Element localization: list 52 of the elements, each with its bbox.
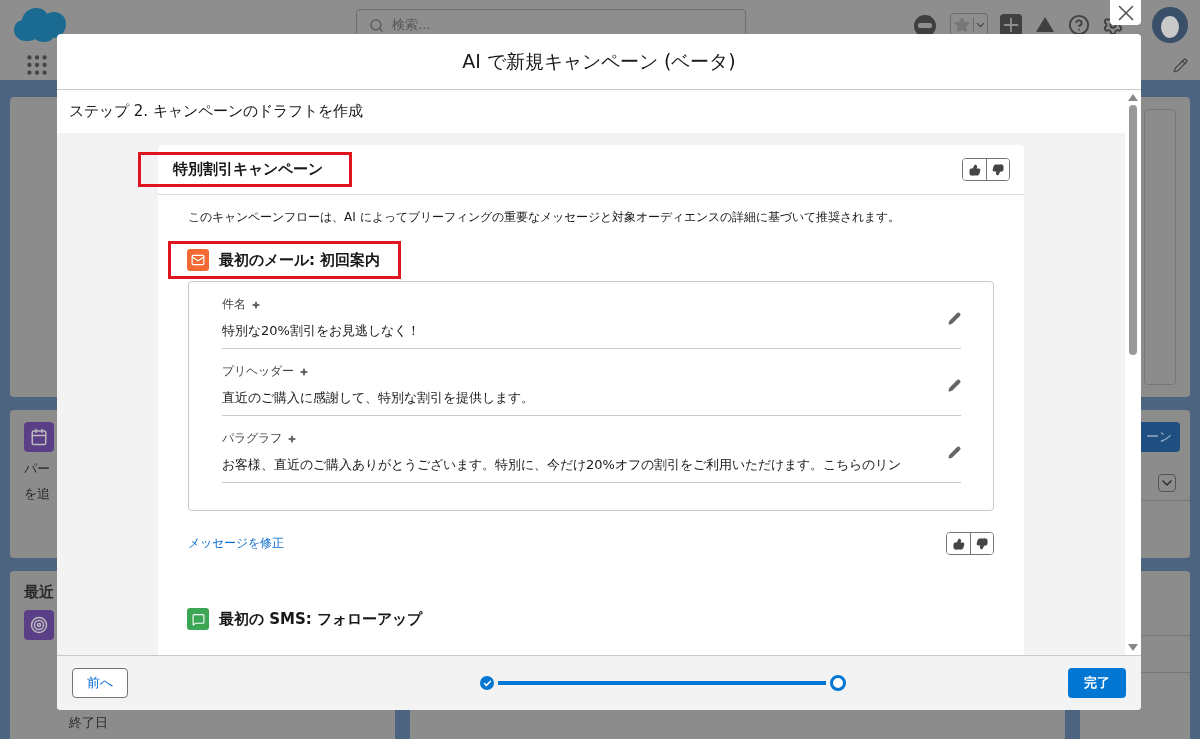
sparkle-icon — [288, 434, 296, 443]
modal-title: AI で新規キャンペーン (ベータ) — [462, 48, 736, 74]
description: このキャンペーンフローは、AI によってブリーフィングの重要なメッセージと対象オーディエンスの詳細に基づいて推奨されます。 — [188, 209, 901, 226]
add-icon[interactable] — [1000, 14, 1022, 36]
dropdown-icon[interactable] — [1158, 474, 1176, 492]
step-title: ステップ 2. キャンペーンのドラフトを作成 — [69, 102, 363, 121]
background-button[interactable]: ーン — [1138, 422, 1180, 452]
star-icon — [954, 17, 970, 33]
edit-icon[interactable] — [948, 311, 961, 325]
thumbs-down-icon — [992, 163, 1004, 176]
card-title: 最近 — [24, 583, 55, 602]
thumbs-up-icon — [952, 537, 965, 550]
field-label: 終了日 — [69, 714, 108, 731]
field-value: 特別な20%割引をお見逃しなく！ — [222, 322, 421, 340]
field-label: パラグラフ — [222, 430, 948, 447]
progress-step[interactable] — [830, 675, 846, 691]
sparkle-icon — [300, 367, 308, 376]
calendar-icon — [24, 422, 54, 452]
field-value: 直近のご購入に感謝して、特別な割引を提供します。 — [222, 389, 535, 407]
back-button[interactable]: 前へ — [72, 668, 128, 698]
card-text: パー — [24, 460, 50, 477]
cloud-logo — [12, 5, 68, 45]
field-label: 件名 — [222, 296, 948, 313]
message-title: 最初の SMS: フォローアップ — [219, 609, 422, 629]
field-value: お客様、直近のご購入ありがとうございます。特別に、今だけ20%オフの割引をご利用いただけます。こちらのリン — [222, 456, 902, 474]
scroll-down-icon[interactable] — [1128, 644, 1138, 651]
caret-icon — [973, 18, 987, 32]
search-icon — [369, 17, 384, 33]
field-label: プリヘッダー — [222, 363, 948, 380]
mail-icon — [187, 249, 209, 271]
app-launcher-icon[interactable] — [24, 52, 50, 78]
thumbs-down-button[interactable] — [970, 533, 993, 554]
thumbs-down-button[interactable] — [986, 159, 1009, 180]
thumbs-up-icon — [968, 163, 981, 176]
target-icon — [24, 610, 54, 640]
campaign-title: 特別割引キャンペーン — [171, 159, 324, 180]
message-title: 最初のメール: 初回案内 — [219, 250, 381, 270]
scroll-thumb[interactable] — [1129, 105, 1137, 355]
edit-message-link[interactable]: メッセージを修正 — [188, 535, 284, 552]
edit-icon[interactable] — [948, 378, 961, 392]
progress-step[interactable] — [480, 676, 494, 690]
thumbs-down-icon — [976, 537, 988, 550]
scroll-up-icon[interactable] — [1128, 94, 1138, 101]
card-text: を追 — [24, 485, 50, 502]
edit-icon[interactable] — [948, 445, 961, 459]
help-icon[interactable] — [1068, 14, 1090, 36]
chat-icon — [187, 608, 209, 630]
avatar[interactable] — [1152, 7, 1188, 43]
edit-icon[interactable] — [1173, 57, 1188, 73]
sparkle-icon — [252, 300, 260, 309]
finish-button[interactable]: 完了 — [1068, 668, 1126, 698]
close-button[interactable] — [1110, 0, 1141, 25]
